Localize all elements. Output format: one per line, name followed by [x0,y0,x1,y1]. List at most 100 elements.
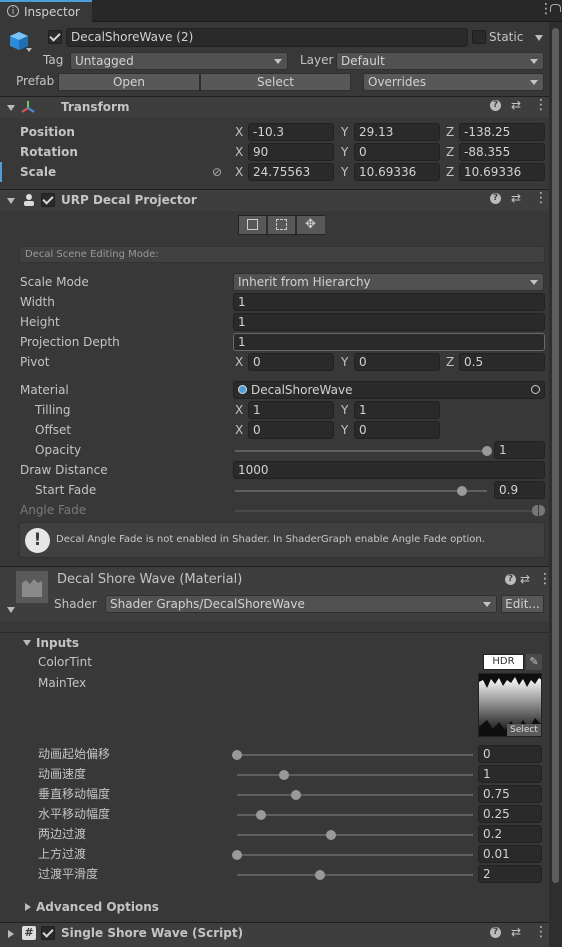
scale-y-field[interactable]: 10.69336 [354,163,440,181]
presets-icon[interactable]: ⇄ [511,98,521,112]
opacity-slider-track[interactable] [235,450,487,452]
help-icon[interactable]: ? [490,100,501,111]
object-name-field[interactable]: DecalShoreWave (2) [66,28,468,47]
rotation-x-field[interactable]: 90 [248,143,334,161]
script-enabled-checkbox[interactable] [41,926,55,940]
start-fade-slider-thumb[interactable] [456,486,467,496]
shader-edit-button[interactable]: Edit... [501,595,544,613]
height-field[interactable]: 1 [233,313,545,331]
more-options-icon[interactable]: ⋮ [534,925,548,939]
start-fade-slider-track[interactable] [235,490,487,492]
tiling-x-field[interactable]: 1 [248,401,334,419]
position-z-field[interactable]: -138.25 [459,123,545,141]
input-slider-value-field[interactable]: 2 [478,865,542,883]
input-slider-track[interactable] [237,854,473,856]
input-slider-value-field[interactable]: 0.01 [478,845,542,863]
scrollbar-thumb[interactable] [552,28,559,883]
static-checkbox[interactable] [472,30,486,44]
prefab-overrides-dropdown[interactable]: Overrides [363,73,544,91]
static-dropdown-arrow[interactable] [535,35,543,41]
pivot-y-field[interactable]: 0 [354,353,440,371]
chevron-down-icon [530,80,538,85]
lock-icon[interactable] [550,4,561,12]
material-field[interactable]: DecalShoreWave [233,381,545,399]
input-slider-thumb[interactable] [291,790,301,800]
width-field[interactable]: 1 [233,293,545,311]
z-label: Z [446,355,455,369]
input-slider-thumb[interactable] [279,770,290,780]
input-slider-track[interactable] [237,794,473,796]
advanced-foldout-arrow[interactable] [25,903,31,911]
more-options-icon[interactable]: ⋮ [534,191,548,205]
more-options-icon[interactable]: ⋮ [534,98,548,112]
transform-foldout-arrow[interactable] [7,105,15,111]
scale-z-field[interactable]: 10.69336 [459,163,545,181]
start-fade-field[interactable]: 0.9 [494,481,545,499]
input-slider-value-field[interactable]: 1 [478,765,542,783]
main-tex-thumbnail[interactable]: Select [478,673,542,737]
presets-icon[interactable]: ⇄ [511,191,521,205]
angle-fade-warning-box: ! Decal Angle Fade is not enabled in Sha… [19,522,545,558]
script-foldout-arrow[interactable] [8,930,14,938]
edit-mode-label-box: Decal Scene Editing Mode: [19,246,545,263]
tex-select-button[interactable]: Select [507,724,541,736]
prefab-select-button[interactable]: Select [200,73,351,91]
link-icon[interactable]: ⊘ [212,165,222,179]
rotation-y-field[interactable]: 0 [354,143,440,161]
input-slider-track[interactable] [237,814,473,816]
eyedropper-icon[interactable]: ✎ [526,654,542,670]
opacity-slider-thumb[interactable] [482,446,492,456]
opacity-field[interactable]: 1 [494,441,545,459]
scale-mode-dropdown[interactable]: Inherit from Hierarchy [233,273,544,291]
input-slider-value-field[interactable]: 0.2 [478,825,542,843]
input-slider-track[interactable] [237,874,473,876]
presets-icon[interactable]: ⇄ [520,572,530,586]
help-icon[interactable]: ? [505,574,516,585]
edit-size-button[interactable] [268,216,296,234]
inputs-foldout-arrow[interactable] [23,640,31,646]
edit-pivot-button[interactable]: ✥ [297,216,325,234]
input-slider-track[interactable] [237,754,473,756]
shader-dropdown[interactable]: Shader Graphs/DecalShoreWave [105,595,497,613]
scale-x-field[interactable]: 24.75563 [248,163,334,181]
input-slider-thumb[interactable] [314,870,325,880]
position-x-field[interactable]: -10.3 [248,123,334,141]
advanced-options-title[interactable]: Advanced Options [36,897,159,917]
input-slider-value-field[interactable]: 0.75 [478,785,542,803]
material-foldout-arrow[interactable] [7,607,15,613]
object-picker-icon[interactable] [531,385,540,394]
offset-x-field[interactable]: 0 [248,421,334,439]
move-icon: ✥ [305,217,316,232]
active-checkbox[interactable] [48,30,62,44]
icon-dropdown-arrow[interactable] [26,48,32,52]
input-slider-value-field[interactable]: 0.25 [478,805,542,823]
input-slider-thumb[interactable] [232,750,242,760]
color-tint-swatch[interactable]: HDR [483,654,524,670]
offset-y-field[interactable]: 0 [354,421,440,439]
rotation-z-field[interactable]: -88.355 [459,143,545,161]
tag-dropdown[interactable]: Untagged [70,52,288,70]
prefab-open-button[interactable]: Open [58,73,200,91]
decal-foldout-arrow[interactable] [7,198,15,204]
projection-depth-field[interactable]: 1 [233,333,545,351]
input-slider-thumb[interactable] [326,830,337,840]
edit-uv-button[interactable] [239,216,267,234]
input-slider-label: 动画起始偏移 [38,747,111,761]
position-y-field[interactable]: 29.13 [354,123,440,141]
input-slider-thumb[interactable] [232,850,242,860]
presets-icon[interactable]: ⇄ [511,925,521,939]
tiling-y-field[interactable]: 1 [354,401,440,419]
layer-label: Layer [300,53,334,67]
input-slider-thumb[interactable] [255,810,266,820]
draw-distance-field[interactable]: 1000 [233,461,545,479]
pivot-x-field[interactable]: 0 [248,353,334,371]
help-icon[interactable]: ? [490,193,501,204]
layer-dropdown[interactable]: Default [336,52,544,70]
pivot-z-field[interactable]: 0.5 [459,353,545,371]
help-icon[interactable]: ? [490,927,501,938]
input-slider-track[interactable] [237,774,473,776]
input-slider-value-field[interactable]: 0 [478,745,542,763]
tab-inspector[interactable]: i Inspector [0,0,92,23]
input-slider-track[interactable] [237,834,473,836]
decal-enabled-checkbox[interactable] [41,193,55,207]
